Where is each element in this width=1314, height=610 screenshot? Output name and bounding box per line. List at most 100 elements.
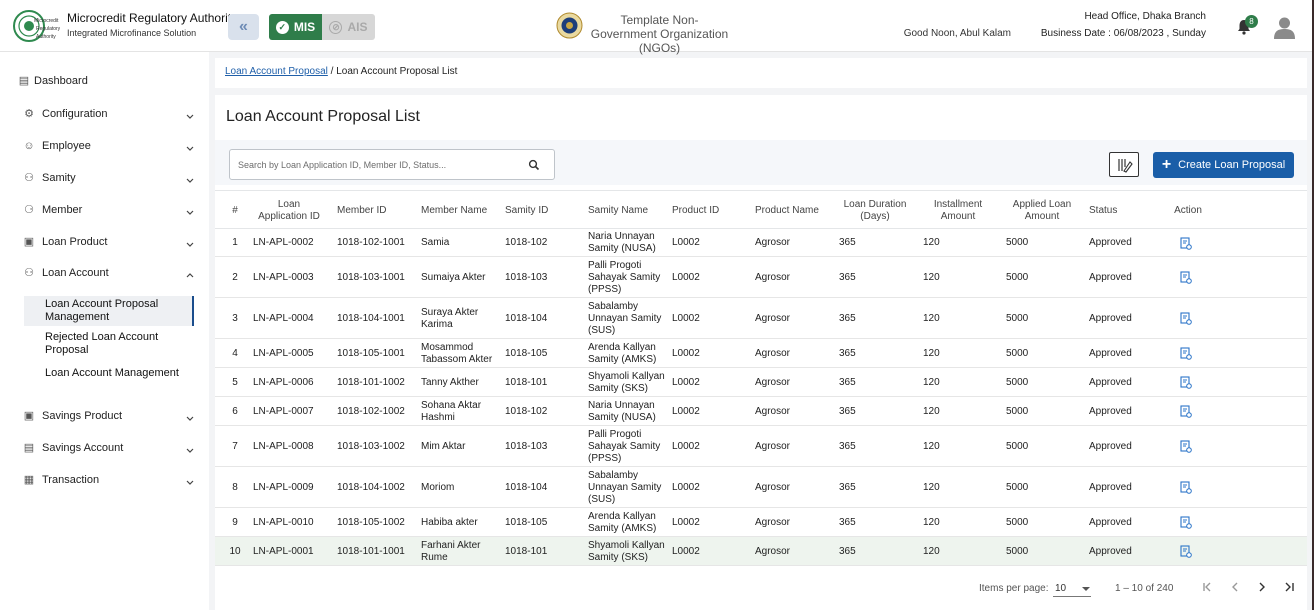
- sidebar-item-loan-account[interactable]: ⚇ Loan Account: [0, 260, 209, 286]
- cell-member-id: 1018-102-1001: [337, 237, 405, 248]
- cell-member-id: 1018-105-1001: [337, 347, 405, 359]
- view-details-icon[interactable]: [1180, 376, 1192, 389]
- table-row[interactable]: 2 LN-APL-0003 1018-103-1001 Sumaiya Akter 10…: [215, 257, 1307, 298]
- cell-member-name: Tanny Akther: [421, 376, 479, 388]
- cell-row-index: 6: [232, 405, 238, 417]
- chevron-down-icon[interactable]: [186, 240, 194, 248]
- ais-toggle-button[interactable]: ⊘ AIS: [322, 14, 375, 40]
- column-header-status: Status: [1089, 204, 1118, 216]
- cell-member-name: Mim Aktar: [421, 440, 466, 452]
- cell-loan-application-id: LN-APL-0009: [253, 481, 314, 493]
- breadcrumb-link[interactable]: Loan Account Proposal: [225, 66, 328, 77]
- cell-samity-name: Shyamoli Kallyan Samity (SKS): [588, 370, 665, 394]
- sidebar-subitem-loan-account-proposal-management[interactable]: Loan Account Proposal Management: [24, 296, 194, 326]
- cell-loan-duration: 365: [839, 440, 856, 452]
- cell-installment-amount: 120: [923, 237, 940, 248]
- previous-page-icon[interactable]: [1229, 581, 1241, 593]
- sidebar-item-employee[interactable]: ☺ Employee: [0, 133, 209, 159]
- double-chevron-left-icon: «: [239, 18, 248, 35]
- sidebar-item-samity[interactable]: ⚇ Samity: [0, 165, 209, 191]
- sidebar-item-transaction[interactable]: ▦ Transaction: [0, 467, 209, 493]
- chevron-down-icon[interactable]: [186, 446, 194, 454]
- search-box: [229, 149, 555, 180]
- mis-toggle-button[interactable]: ✓ MIS: [269, 14, 322, 40]
- cell-product-id: L0002: [672, 237, 700, 248]
- cell-installment-amount: 120: [923, 312, 940, 324]
- table-row[interactable]: 10 LN-APL-0001 1018-101-1001 Farhani Akter …: [215, 537, 1307, 566]
- cell-product-name: Agrosor: [755, 271, 791, 283]
- cell-samity-id: 1018-104: [505, 312, 548, 324]
- table-row[interactable]: 1 LN-APL-0002 1018-102-1001 Samia 1018-102 Na…: [215, 229, 1307, 257]
- plus-icon: +: [1161, 156, 1172, 173]
- items-per-page-select[interactable]: 10: [1053, 580, 1091, 597]
- chevron-down-icon[interactable]: [186, 478, 194, 486]
- next-page-icon[interactable]: [1256, 581, 1268, 593]
- table-row[interactable]: 7 LN-APL-0008 1018-103-1002 Mim Aktar 1018-1…: [215, 426, 1307, 467]
- chevron-down-icon[interactable]: [186, 144, 194, 152]
- check-icon: ✓: [275, 20, 289, 34]
- sidebar-item-configuration[interactable]: ⚙ Configuration: [0, 101, 209, 127]
- view-details-icon[interactable]: [1180, 440, 1192, 453]
- search-icon[interactable]: [528, 159, 540, 171]
- chevron-up-icon[interactable]: [186, 271, 194, 279]
- column-filter-button[interactable]: [1109, 152, 1139, 177]
- table-row[interactable]: 6 LN-APL-0007 1018-102-1002 Sohana Aktar Ha…: [215, 397, 1307, 426]
- view-details-icon[interactable]: [1180, 236, 1192, 250]
- table-row[interactable]: 9 LN-APL-0010 1018-105-1002 Habiba akter 101…: [215, 508, 1307, 537]
- view-details-icon[interactable]: [1180, 312, 1192, 325]
- transaction-icon: ▦: [23, 474, 35, 486]
- user-avatar-icon[interactable]: [1272, 15, 1297, 40]
- sidebar-item-label: Savings Account: [42, 442, 124, 454]
- chevron-down-icon[interactable]: [186, 112, 194, 120]
- cell-samity-name: Shyamoli Kallyan Samity (SKS): [588, 539, 665, 563]
- sidebar-subitem-rejected-loan-account-proposal[interactable]: Rejected Loan Account Proposal: [24, 329, 194, 357]
- chevron-down-icon[interactable]: [186, 414, 194, 422]
- chevron-down-icon[interactable]: [186, 208, 194, 216]
- table-row[interactable]: 5 LN-APL-0006 1018-101-1002 Tanny Akther 101…: [215, 368, 1307, 397]
- sidebar-item-dashboard[interactable]: ▤ Dashboard: [0, 68, 209, 94]
- view-details-icon[interactable]: [1180, 516, 1192, 529]
- sidebar-item-savings-account[interactable]: ▤ Savings Account: [0, 435, 209, 461]
- create-loan-proposal-button[interactable]: + Create Loan Proposal: [1153, 152, 1294, 178]
- cell-member-name: Mosammod Tabassom Akter: [421, 341, 493, 365]
- search-input[interactable]: [238, 157, 518, 173]
- cell-loan-application-id: LN-APL-0003: [253, 271, 314, 283]
- cell-status: Approved: [1089, 376, 1132, 388]
- cell-status: Approved: [1089, 237, 1132, 248]
- view-details-icon[interactable]: [1180, 347, 1192, 360]
- view-details-icon[interactable]: [1180, 271, 1192, 284]
- sidebar-item-loan-product[interactable]: ▣ Loan Product: [0, 229, 209, 255]
- cell-applied-loan-amount: 5000: [1006, 516, 1029, 528]
- cell-installment-amount: 120: [923, 516, 940, 528]
- sidebar-item-label: Employee: [42, 140, 91, 152]
- cell-product-name: Agrosor: [755, 516, 791, 528]
- svg-text:Regulatory: Regulatory: [36, 26, 60, 32]
- view-details-icon[interactable]: [1180, 481, 1192, 494]
- sidebar-item-savings-product[interactable]: ▣ Savings Product: [0, 403, 209, 429]
- cell-member-name: Moriom: [421, 481, 455, 493]
- cell-installment-amount: 120: [923, 545, 940, 557]
- cell-samity-id: 1018-104: [505, 481, 548, 493]
- table-row[interactable]: 8 LN-APL-0009 1018-104-1002 Moriom 1018-104 S…: [215, 467, 1307, 508]
- table-row[interactable]: 3 LN-APL-0004 1018-104-1001 Suraya Akter Ka…: [215, 298, 1307, 339]
- cell-samity-name: Palli Progoti Sahayak Samity (PPSS): [588, 428, 661, 464]
- table-row[interactable]: 4 LN-APL-0005 1018-105-1001 Mosammod Tabass…: [215, 339, 1307, 368]
- cell-samity-id: 1018-105: [505, 347, 548, 359]
- chevron-down-icon[interactable]: [186, 176, 194, 184]
- business-date: Business Date : 06/08/2023 , Sunday: [1040, 28, 1206, 39]
- last-page-icon[interactable]: [1283, 581, 1295, 593]
- cell-applied-loan-amount: 5000: [1006, 440, 1029, 452]
- cell-row-index: 10: [229, 545, 241, 557]
- cell-product-id: L0002: [672, 481, 700, 493]
- sidebar-item-member[interactable]: ⚆ Member: [0, 197, 209, 223]
- cell-samity-name: Palli Progoti Sahayak Samity (PPSS): [588, 259, 661, 295]
- view-details-icon[interactable]: [1180, 405, 1192, 418]
- cell-member-id: 1018-101-1001: [337, 545, 405, 557]
- cell-samity-id: 1018-103: [505, 271, 548, 283]
- sidebar-subitem-loan-account-management[interactable]: Loan Account Management: [24, 365, 194, 381]
- first-page-icon[interactable]: [1202, 581, 1214, 593]
- cell-samity-id: 1018-101: [505, 545, 548, 557]
- cell-product-id: L0002: [672, 347, 700, 359]
- view-details-icon[interactable]: [1180, 545, 1192, 558]
- collapse-sidebar-button[interactable]: «: [228, 14, 259, 40]
